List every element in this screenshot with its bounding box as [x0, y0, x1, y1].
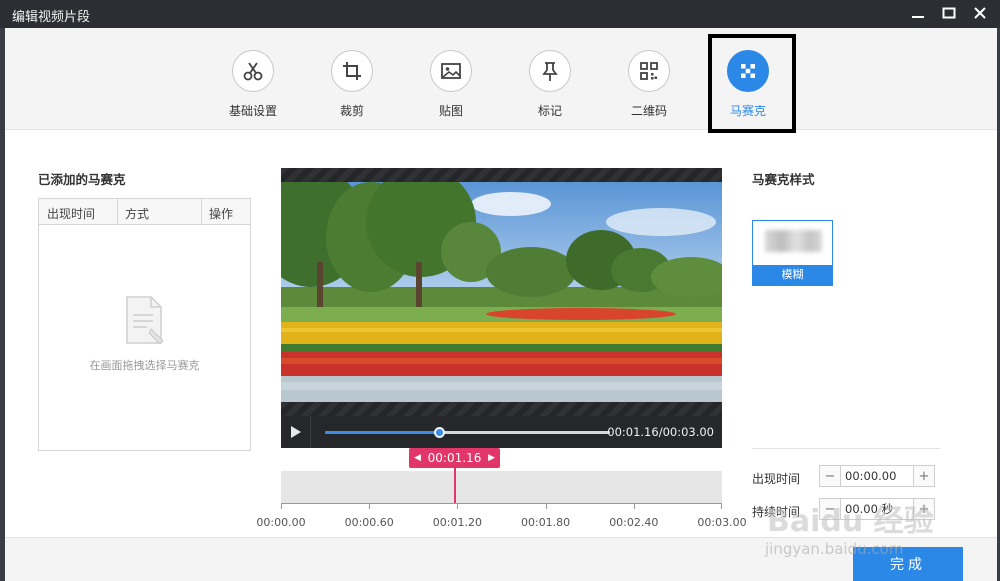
maximize-button[interactable]	[937, 2, 961, 24]
play-icon	[290, 426, 301, 438]
play-button[interactable]	[281, 416, 311, 448]
timeline-tick	[457, 504, 459, 509]
timeline-marker[interactable]: ◀ 00:01.16 ▶	[409, 448, 500, 468]
player-top-strip	[281, 168, 722, 182]
duration-decrement[interactable]: −	[820, 499, 841, 519]
tab-label: 基础设置	[228, 104, 277, 118]
window-title: 编辑视频片段	[12, 10, 91, 25]
tab-label: 裁剪	[339, 104, 364, 118]
timeline-tick-label: 00:02.40	[609, 516, 659, 529]
tab-label: 标记	[537, 104, 562, 118]
tab-basic-settings[interactable]: 基础设置	[213, 50, 293, 119]
tab-label: 马赛克	[729, 104, 766, 118]
mosaic-style-title: 马赛克样式	[752, 172, 815, 187]
appear-time-increment[interactable]: +	[913, 466, 934, 486]
edit-clip-dialog: 基础设置 裁剪 贴图 标记 二维码 马赛克 已添加的马赛克 出现时间 方式 操作…	[5, 28, 997, 581]
qrcode-icon	[640, 62, 658, 80]
blur-preview	[765, 230, 822, 252]
column-header-method: 方式	[125, 207, 150, 221]
mosaic-style-blur[interactable]: 模糊	[752, 220, 833, 286]
duration-increment[interactable]: +	[913, 499, 934, 519]
dialog-footer	[5, 537, 997, 581]
timeline-tick-label: 00:03.00	[697, 516, 747, 529]
seek-bar[interactable]	[325, 427, 610, 438]
tab-label: 二维码	[630, 104, 667, 118]
mosaic-style-label: 模糊	[753, 265, 832, 285]
mosaic-icon	[741, 64, 755, 78]
appear-time-stepper: − +	[819, 465, 935, 487]
timeline-tick	[545, 504, 547, 509]
tab-icon-circle	[331, 50, 373, 92]
duration-input[interactable]	[841, 499, 913, 519]
appear-time-input[interactable]	[841, 466, 913, 486]
timeline-tick-label: 00:01.80	[520, 516, 571, 529]
tab-crop[interactable]: 裁剪	[312, 50, 392, 119]
close-button[interactable]	[968, 2, 992, 24]
timeline-track[interactable]	[281, 471, 722, 503]
seek-handle[interactable]	[434, 427, 445, 438]
mosaic-list: 出现时间 方式 操作 在画面拖拽选择马赛克	[38, 198, 251, 451]
seek-progress	[325, 431, 439, 434]
timeline-tick	[281, 504, 282, 509]
timeline-tick-label: 00:00.00	[256, 516, 306, 529]
tab-sticker[interactable]: 贴图	[411, 50, 491, 119]
appear-time-label: 出现时间	[752, 472, 801, 486]
empty-document-icon	[126, 296, 164, 344]
timeline-tick	[633, 504, 635, 509]
tool-tabs: 基础设置 裁剪 贴图 标记 二维码 马赛克	[5, 28, 997, 133]
tab-label: 贴图	[438, 104, 463, 118]
tab-mark[interactable]: 标记	[510, 50, 590, 119]
duration-label: 持续时间	[752, 505, 801, 519]
player-bottom-strip	[281, 402, 722, 416]
tab-icon-circle	[628, 50, 670, 92]
maximize-icon	[942, 7, 956, 19]
column-divider	[201, 199, 202, 225]
tab-icon-circle	[727, 50, 769, 92]
tab-icon-circle	[232, 50, 274, 92]
timeline-playhead[interactable]	[454, 468, 456, 503]
pin-icon	[542, 62, 558, 81]
close-icon	[974, 7, 986, 19]
settings-divider	[752, 448, 940, 449]
video-preview[interactable]	[281, 182, 722, 402]
window-titlebar: 编辑视频片段	[0, 0, 1000, 28]
column-header-action: 操作	[209, 207, 234, 221]
tab-icon-circle	[529, 50, 571, 92]
minimize-button[interactable]	[906, 2, 930, 24]
park-scene-image	[281, 182, 722, 402]
column-header-time: 出现时间	[47, 207, 96, 221]
image-icon	[441, 63, 461, 79]
marker-time: 00:01.16	[427, 451, 482, 465]
mosaic-list-title: 已添加的马赛克	[38, 172, 126, 187]
marker-right-arrow-icon[interactable]: ▶	[488, 453, 495, 463]
appear-time-decrement[interactable]: −	[820, 466, 841, 486]
timeline-tick	[721, 504, 722, 509]
mosaic-list-empty-text: 在画面拖拽选择马赛克	[89, 359, 200, 372]
tab-icon-circle	[430, 50, 472, 92]
timeline-tick	[369, 504, 371, 509]
playback-time: 00:01.16/00:03.00	[607, 425, 714, 439]
tab-mosaic[interactable]: 马赛克	[708, 50, 788, 119]
duration-stepper: − +	[819, 498, 935, 520]
column-divider	[117, 199, 118, 225]
done-button[interactable]: 完成	[853, 547, 963, 581]
tab-qrcode[interactable]: 二维码	[609, 50, 689, 119]
scissors-icon	[243, 62, 263, 81]
timeline-ruler	[281, 503, 722, 509]
marker-left-arrow-icon[interactable]: ◀	[414, 453, 421, 463]
mosaic-list-header: 出现时间 方式 操作	[39, 199, 250, 225]
crop-icon	[343, 62, 361, 80]
minimize-icon	[912, 16, 924, 18]
timeline-tick-label: 00:00.60	[344, 516, 394, 529]
timeline-tick-label: 00:01.20	[432, 516, 482, 529]
video-player: 00:01.16/00:03.00	[281, 168, 722, 448]
player-controls: 00:01.16/00:03.00	[281, 416, 722, 448]
